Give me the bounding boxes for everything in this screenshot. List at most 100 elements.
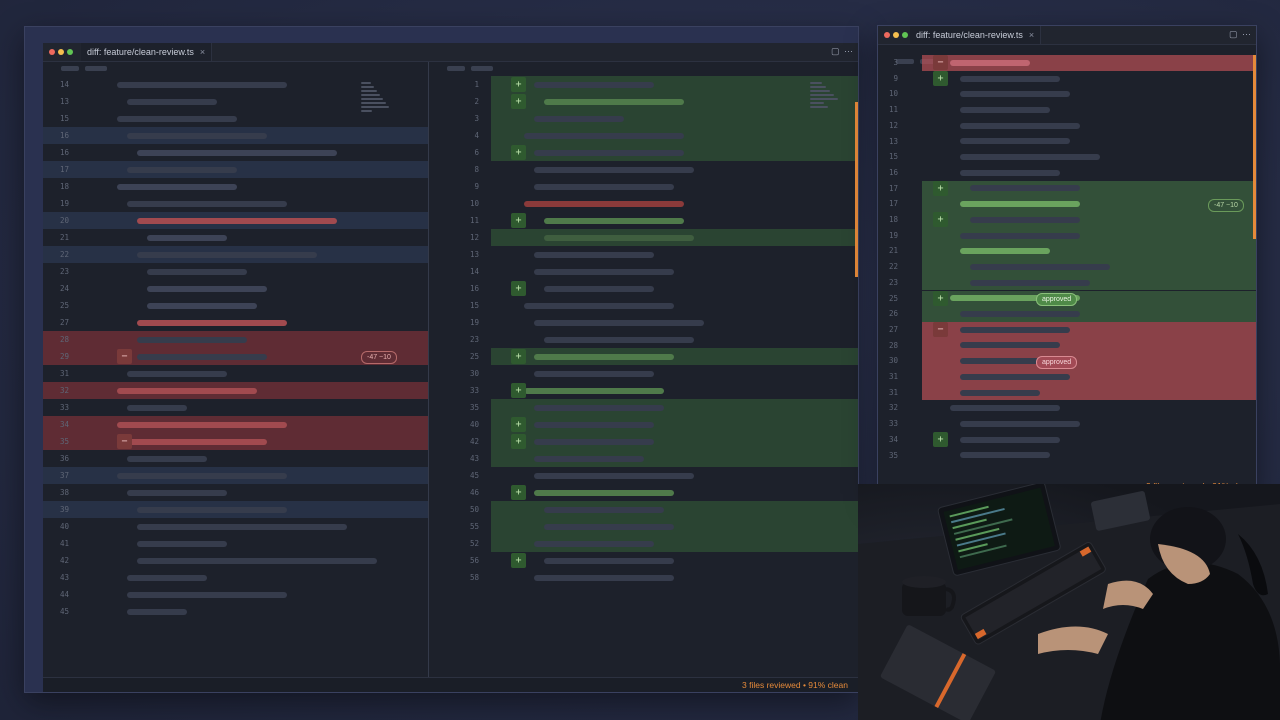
add-line-icon[interactable]: + [933, 71, 948, 87]
close-dot-icon[interactable] [49, 49, 55, 55]
remove-line-icon[interactable]: − [933, 55, 948, 71]
code-text-placeholder [127, 370, 227, 377]
code-text-placeholder [960, 169, 1060, 176]
file-tab[interactable]: diff: feature/clean-review.ts × [81, 43, 213, 61]
tab-close-icon[interactable]: × [1029, 30, 1034, 40]
code-text-placeholder [960, 154, 1100, 161]
line-number: 42 [59, 556, 69, 565]
minimap[interactable] [361, 80, 391, 114]
more-options-icon[interactable]: ⋯ [844, 47, 853, 56]
add-line-icon[interactable]: + [511, 213, 526, 228]
code-line: 17 [43, 161, 428, 178]
code-text-placeholder [544, 336, 694, 343]
minimize-dot-icon[interactable] [893, 32, 899, 38]
code-text-placeholder [524, 132, 684, 139]
code-line: 22 [43, 246, 428, 263]
add-line-icon[interactable]: + [933, 180, 948, 196]
code-text-placeholder [534, 455, 644, 462]
line-number: 35 [59, 437, 69, 446]
code-text-placeholder [960, 373, 1070, 380]
code-line: 3 [474, 110, 858, 127]
line-number: 30 [469, 369, 479, 378]
pane-subheader [43, 62, 428, 76]
code-line: 42 + [470, 433, 858, 450]
line-number: 45 [59, 607, 69, 616]
remove-line-icon[interactable]: − [933, 322, 948, 338]
close-dot-icon[interactable] [884, 32, 890, 38]
scroll-indicator[interactable] [855, 102, 858, 277]
line-number: 22 [888, 262, 898, 272]
code-line: 34 + [878, 432, 1256, 448]
code-text-placeholder [960, 342, 1060, 349]
line-number: 11 [888, 105, 898, 115]
line-number: 52 [469, 539, 479, 548]
code-line: 28 [43, 331, 428, 348]
add-line-icon[interactable]: + [511, 281, 526, 296]
split-view-icon[interactable]: ▢ [1229, 30, 1238, 39]
approved-badge: approved [1036, 356, 1078, 369]
code-text-placeholder [544, 98, 684, 105]
code-line: 22 [889, 259, 1256, 275]
code-line: 10 [878, 86, 1256, 102]
line-number: 18 [59, 182, 69, 191]
add-line-icon[interactable]: + [511, 485, 526, 500]
add-line-icon[interactable]: + [511, 77, 526, 92]
maximize-dot-icon[interactable] [67, 49, 73, 55]
add-line-icon[interactable]: + [933, 290, 948, 306]
line-number: 31 [59, 369, 69, 378]
add-line-icon[interactable]: + [933, 212, 948, 228]
code-line: 20 [43, 212, 428, 229]
line-number: 40 [469, 420, 479, 429]
code-line: 30 [429, 365, 858, 382]
add-line-icon[interactable]: + [511, 434, 526, 449]
add-line-icon[interactable]: + [933, 432, 948, 448]
remove-line-icon[interactable]: − [117, 434, 132, 449]
remove-line-icon[interactable]: − [117, 349, 132, 364]
code-line: 40 [43, 518, 428, 535]
code-line: 28 [889, 337, 1256, 354]
line-number: 28 [888, 340, 898, 350]
line-number: 19 [59, 199, 69, 208]
minimap[interactable] [810, 80, 840, 110]
line-number: 22 [59, 250, 69, 259]
scroll-indicator[interactable] [1253, 55, 1256, 239]
line-number: 18 [888, 215, 898, 224]
split-view-icon[interactable]: ▢ [831, 47, 840, 56]
add-line-icon[interactable]: + [511, 94, 526, 109]
code-line: 9 [429, 178, 858, 195]
add-line-icon[interactable]: + [511, 383, 526, 398]
line-number: 42 [469, 437, 479, 446]
add-line-icon[interactable]: + [511, 553, 526, 568]
maximize-dot-icon[interactable] [902, 32, 908, 38]
minimize-dot-icon[interactable] [58, 49, 64, 55]
line-number: 55 [469, 522, 479, 531]
code-text-placeholder [127, 591, 287, 598]
diff-right-pane: 1 +2 +3 4 6 +8 9 10 11 +12 13 14 16 +15 19 23 25 +30 33 +35… [429, 62, 858, 678]
code-line: 55 [470, 518, 858, 535]
line-number: 44 [59, 590, 69, 599]
add-line-icon[interactable]: + [511, 145, 526, 160]
code-line: 30 [889, 353, 1256, 369]
line-number: 16 [888, 167, 898, 177]
code-line: 21 [43, 229, 428, 246]
tab-close-icon[interactable]: × [200, 47, 205, 57]
line-number: 39 [59, 505, 69, 514]
code-text-placeholder [137, 353, 267, 360]
code-line: 31 [889, 369, 1256, 385]
code-line: 15 [878, 149, 1256, 165]
line-number: 25 [469, 352, 479, 361]
code-line: 9 + [878, 71, 1256, 87]
add-line-icon[interactable]: + [511, 417, 526, 432]
code-line: 25 + [470, 348, 858, 365]
line-number: 25 [888, 293, 898, 303]
line-number: 13 [888, 136, 898, 146]
code-text-placeholder [960, 138, 1070, 145]
file-tab[interactable]: diff: feature/clean-review.ts × [910, 26, 1042, 44]
code-text-placeholder [137, 217, 337, 224]
code-text-placeholder [950, 405, 1060, 412]
more-options-icon[interactable]: ⋯ [1242, 30, 1251, 39]
add-line-icon[interactable]: + [511, 349, 526, 364]
code-text-placeholder [127, 404, 187, 411]
subheader-chip [471, 66, 493, 71]
line-number: 16 [59, 148, 69, 157]
